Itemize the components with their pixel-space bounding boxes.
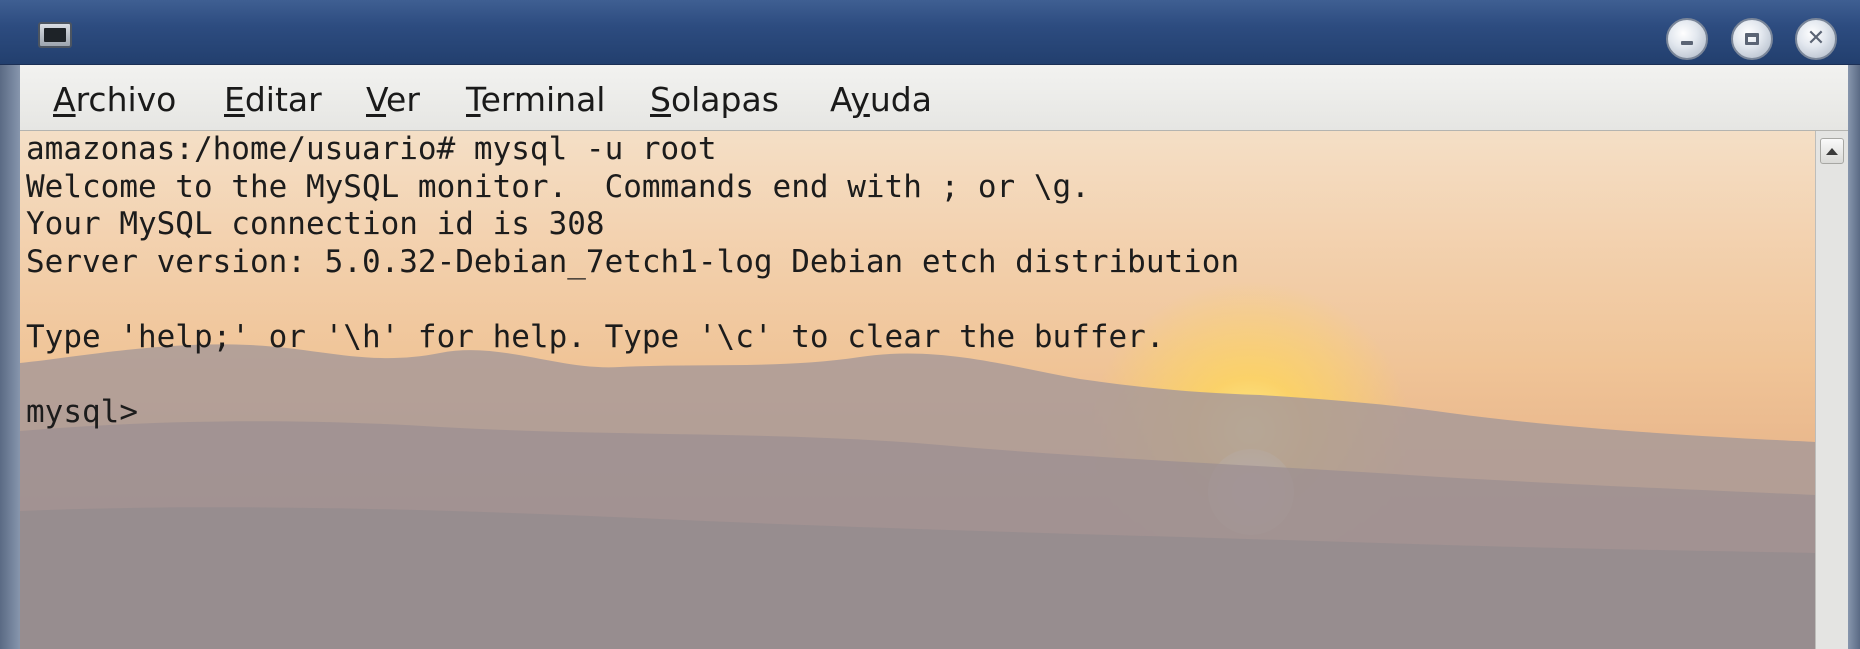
terminal-icon[interactable]: [38, 22, 72, 48]
terminal-line: amazonas:/home/usuario# mysql -u root: [26, 131, 717, 167]
menu-ayuda[interactable]: Ayuda: [830, 82, 932, 118]
menu-editar[interactable]: Editar: [224, 82, 322, 118]
terminal-output[interactable]: amazonas:/home/usuario# mysql -u root Wel…: [20, 131, 1815, 649]
terminal-line: Your MySQL connection id is 308: [26, 206, 605, 243]
window-border-left: [0, 65, 20, 649]
scroll-up-arrow-icon: [1826, 147, 1838, 155]
scroll-up-button[interactable]: [1820, 138, 1844, 164]
menu-bar: Archivo Editar Ver Terminal Solapas Ayud…: [20, 65, 1848, 131]
menu-ver[interactable]: Ver: [366, 82, 420, 118]
minimize-icon: [1681, 41, 1693, 45]
maximize-icon: [1745, 33, 1759, 45]
terminal-line: Server version: 5.0.32-Debian_7etch1-log…: [26, 243, 1240, 280]
terminal-prompt[interactable]: mysql>: [26, 394, 1239, 432]
terminal-line: Welcome to the MySQL monitor. Commands e…: [26, 168, 1090, 205]
terminal-window: ✕ Archivo Editar Ver Terminal Solapas Ay…: [0, 0, 1860, 649]
terminal-line: Type 'help;' or '\h' for help. Type '\c'…: [26, 318, 1165, 355]
window-border-right: [1848, 65, 1860, 649]
vertical-scrollbar[interactable]: [1815, 131, 1848, 649]
close-button[interactable]: ✕: [1795, 18, 1837, 60]
maximize-button[interactable]: [1731, 18, 1773, 60]
title-bar[interactable]: ✕: [0, 0, 1860, 65]
terminal-text: amazonas:/home/usuario# mysql -u root Wel…: [26, 131, 1239, 432]
menu-archivo[interactable]: Archivo: [53, 82, 176, 118]
close-icon: ✕: [1806, 26, 1826, 51]
menu-terminal[interactable]: Terminal: [466, 82, 605, 118]
menu-solapas[interactable]: Solapas: [650, 82, 779, 118]
minimize-button[interactable]: [1666, 18, 1708, 60]
